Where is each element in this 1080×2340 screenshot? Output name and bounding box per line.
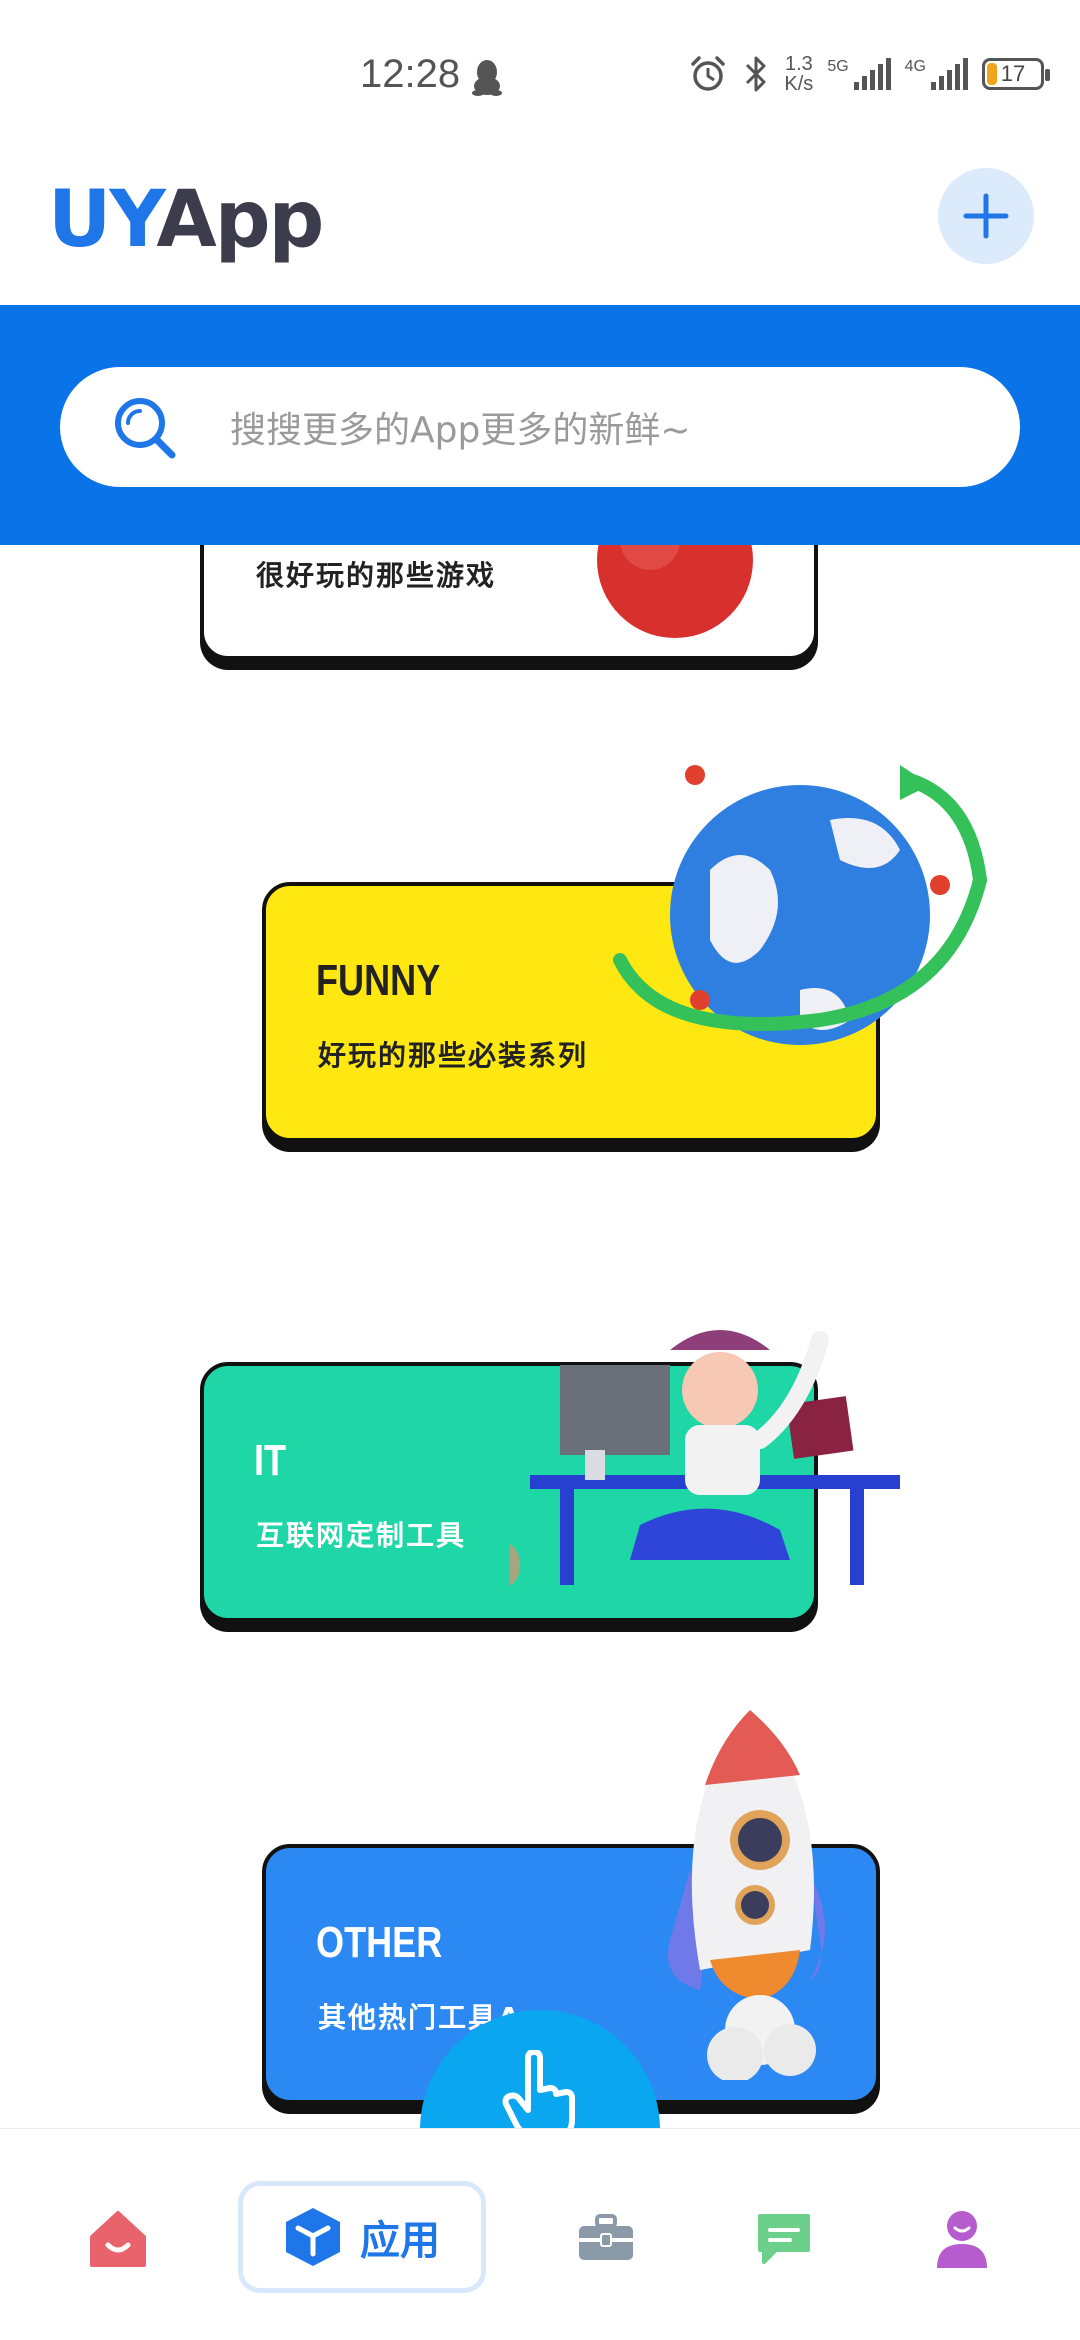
logo-part-app: App [156,175,324,265]
qq-icon [472,60,502,96]
search-placeholder: 搜搜更多的App更多的新鲜~ [230,410,691,451]
alarm-icon [691,56,726,91]
home-icon [90,2211,146,2267]
search-banner: 搜搜更多的App更多的新鲜~ [0,305,1080,545]
message-icon [758,2214,810,2264]
status-icons: 1.3 K/s 5G 4G 17 [688,54,1050,94]
category-subtitle: 很好玩的那些游戏 [256,559,497,592]
network-speed-unit: K/s [784,73,814,95]
battery-fill [987,63,997,85]
nav-home[interactable] [68,2189,168,2289]
user-icon [937,2211,987,2268]
toolbox-icon [579,2214,633,2260]
logo-part-uy: UY [48,175,158,265]
signal-4g-label: 4G [904,58,926,75]
network-speed-value: 1.3 [784,53,813,75]
rocket-illustration [668,1710,825,2080]
status-bar: 12:28 1.3 K/s 5G 4G 17 [0,0,1080,160]
plus-icon [963,193,1009,239]
nav-profile[interactable] [912,2189,1012,2289]
developer-illustration [510,1330,900,1586]
category-subtitle: 好玩的那些必装系列 [318,1039,589,1072]
pointer-hand-icon [502,2050,575,2139]
nav-apps-label: 应用 [360,2218,440,2264]
signal-icon-5g: 5G [827,58,891,90]
status-time: 12:28 [360,52,461,96]
nav-tools[interactable] [556,2189,656,2289]
search-icon [115,398,176,459]
category-title: FUNNY [316,956,441,1005]
globe-illustration [613,765,988,1045]
category-title: IT [254,1436,287,1485]
cube-icon [286,2208,340,2266]
search-input[interactable]: 搜搜更多的App更多的新鲜~ [60,367,1020,487]
battery-icon: 17 [982,58,1050,90]
add-button[interactable] [938,168,1034,264]
nav-messages[interactable] [734,2189,834,2289]
battery-level: 17 [1000,61,1026,86]
app-logo: UYApp [48,175,324,265]
category-subtitle: 互联网定制工具 [256,1519,467,1552]
signal-5g-label: 5G [827,58,849,75]
bluetooth-icon [746,56,766,92]
category-title: OTHER [316,1918,443,1967]
signal-icon-4g: 4G [905,58,968,90]
bottom-nav: 应用 [0,2128,1080,2340]
nav-apps[interactable]: 应用 [238,2181,486,2293]
network-speed: 1.3 K/s [784,54,813,94]
